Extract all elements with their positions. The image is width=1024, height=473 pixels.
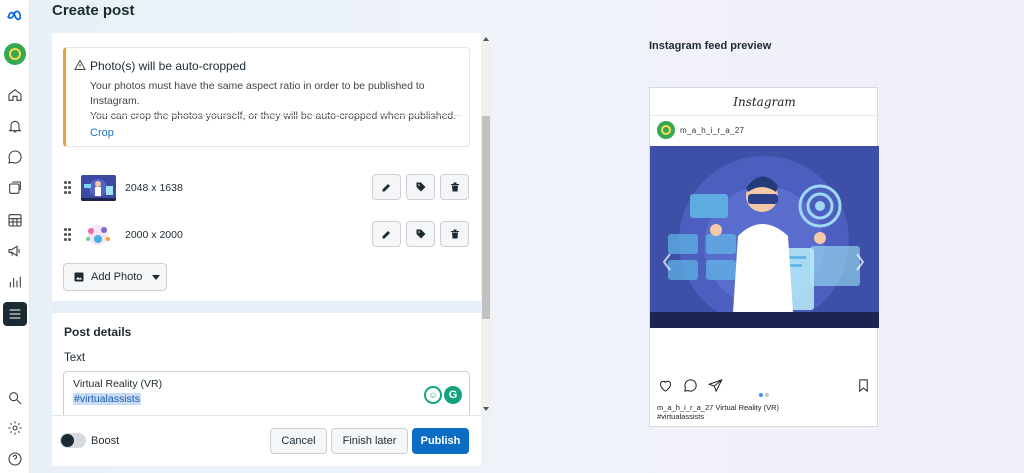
comment-icon[interactable] — [683, 378, 698, 393]
add-photo-button[interactable]: Add Photo — [63, 263, 167, 291]
drag-handle-icon[interactable] — [64, 181, 72, 195]
crop-link[interactable]: Crop — [90, 127, 114, 139]
chat-icon[interactable] — [3, 145, 27, 169]
scroll-down-icon[interactable] — [483, 407, 489, 411]
warning-title: Photo(s) will be auto-cropped — [90, 59, 247, 73]
help-icon[interactable] — [3, 447, 27, 471]
preview-caption-line1: m_a_h_i_r_a_27 Virtual Reality (VR) — [657, 403, 780, 412]
preview-avatar — [657, 121, 675, 139]
cancel-button[interactable]: Cancel — [270, 428, 327, 454]
trash-icon — [450, 229, 459, 239]
search-icon[interactable] — [3, 386, 27, 410]
warning-body: Your photos must have the same aspect ra… — [90, 79, 465, 124]
photo-icon — [74, 272, 84, 282]
post-details-card: Post details Text Virtual Reality (VR) #… — [52, 313, 481, 415]
media-card: Photo(s) will be auto-cropped Your photo… — [52, 33, 481, 301]
preview-username: m_a_h_i_r_a_27 — [680, 126, 745, 135]
boost-label: Boost — [91, 435, 120, 447]
edit-photo-button[interactable] — [372, 221, 401, 247]
preview-caption-hashtag: #virtualassists — [657, 412, 705, 421]
create-post-panel: Photo(s) will be auto-cropped Your photo… — [52, 33, 481, 415]
drag-handle-icon[interactable] — [64, 228, 72, 242]
post-footer: Boost Cancel Finish later Publish — [52, 415, 481, 466]
finish-later-button[interactable]: Finish later — [331, 428, 408, 454]
scrollbar-thumb[interactable] — [482, 116, 490, 319]
photo-thumbnail — [81, 175, 116, 201]
section-divider — [52, 301, 481, 313]
tag-icon — [416, 182, 425, 192]
instagram-logo: Instagram — [733, 95, 796, 109]
megaphone-icon[interactable] — [3, 239, 27, 263]
pencil-icon — [382, 184, 390, 192]
photo-row: 2000 x 2000 — [64, 220, 469, 250]
post-text-input[interactable]: Virtual Reality (VR) #virtualassists ☺ G — [63, 371, 470, 415]
grammarly-icon[interactable]: G — [444, 386, 462, 404]
insights-icon[interactable] — [3, 270, 27, 294]
publish-button[interactable]: Publish — [412, 428, 469, 454]
share-icon[interactable] — [708, 378, 723, 393]
delete-photo-button[interactable] — [440, 221, 469, 247]
content-icon[interactable] — [3, 176, 27, 200]
home-icon[interactable] — [3, 83, 27, 107]
photo-dimensions: 2000 x 2000 — [125, 229, 183, 241]
warning-body-line2: You can crop the photos yourself, or the… — [90, 110, 457, 122]
trash-icon — [450, 182, 459, 192]
bookmark-icon[interactable] — [856, 378, 871, 393]
post-text-line1: Virtual Reality (VR) — [73, 378, 163, 390]
post-text-hashtag: #virtualassists — [73, 393, 141, 405]
pencil-icon — [382, 231, 390, 239]
preview-title: Instagram feed preview — [649, 40, 772, 52]
instagram-preview: Instagram m_a_h_i_r_a_27 m_a_h_i_r_a_27 … — [649, 87, 879, 427]
account-avatar[interactable] — [4, 43, 26, 65]
meta-logo-icon[interactable] — [3, 4, 27, 28]
tag-icon — [416, 229, 425, 239]
warning-divider — [90, 115, 462, 116]
chevron-down-icon — [152, 274, 161, 280]
heart-icon[interactable] — [658, 378, 673, 393]
left-nav-rail — [0, 0, 30, 473]
tag-photo-button[interactable] — [406, 221, 435, 247]
preview-divider — [650, 115, 879, 116]
emoji-icon[interactable]: ☺ — [424, 386, 442, 404]
calendar-icon[interactable] — [3, 208, 27, 232]
page-title: Create post — [52, 2, 135, 19]
warning-body-line1: Your photos must have the same aspect ra… — [90, 80, 425, 107]
text-field-label: Text — [64, 352, 86, 364]
preview-image — [650, 146, 879, 328]
edit-photo-button[interactable] — [372, 174, 401, 200]
auto-crop-warning: Photo(s) will be auto-cropped Your photo… — [63, 47, 470, 147]
scroll-up-icon[interactable] — [483, 37, 489, 41]
photo-row: 2048 x 1638 — [64, 173, 469, 203]
bell-icon[interactable] — [3, 114, 27, 138]
boost-toggle[interactable] — [60, 433, 86, 448]
delete-photo-button[interactable] — [440, 174, 469, 200]
post-details-title: Post details — [64, 325, 132, 339]
warning-icon — [74, 59, 86, 70]
tag-photo-button[interactable] — [406, 174, 435, 200]
add-photo-label: Add Photo — [91, 271, 143, 283]
photo-thumbnail — [81, 222, 116, 248]
photo-dimensions: 2048 x 1638 — [125, 182, 183, 194]
menu-icon[interactable] — [3, 302, 27, 326]
carousel-dots — [759, 386, 771, 400]
settings-icon[interactable] — [3, 416, 27, 440]
